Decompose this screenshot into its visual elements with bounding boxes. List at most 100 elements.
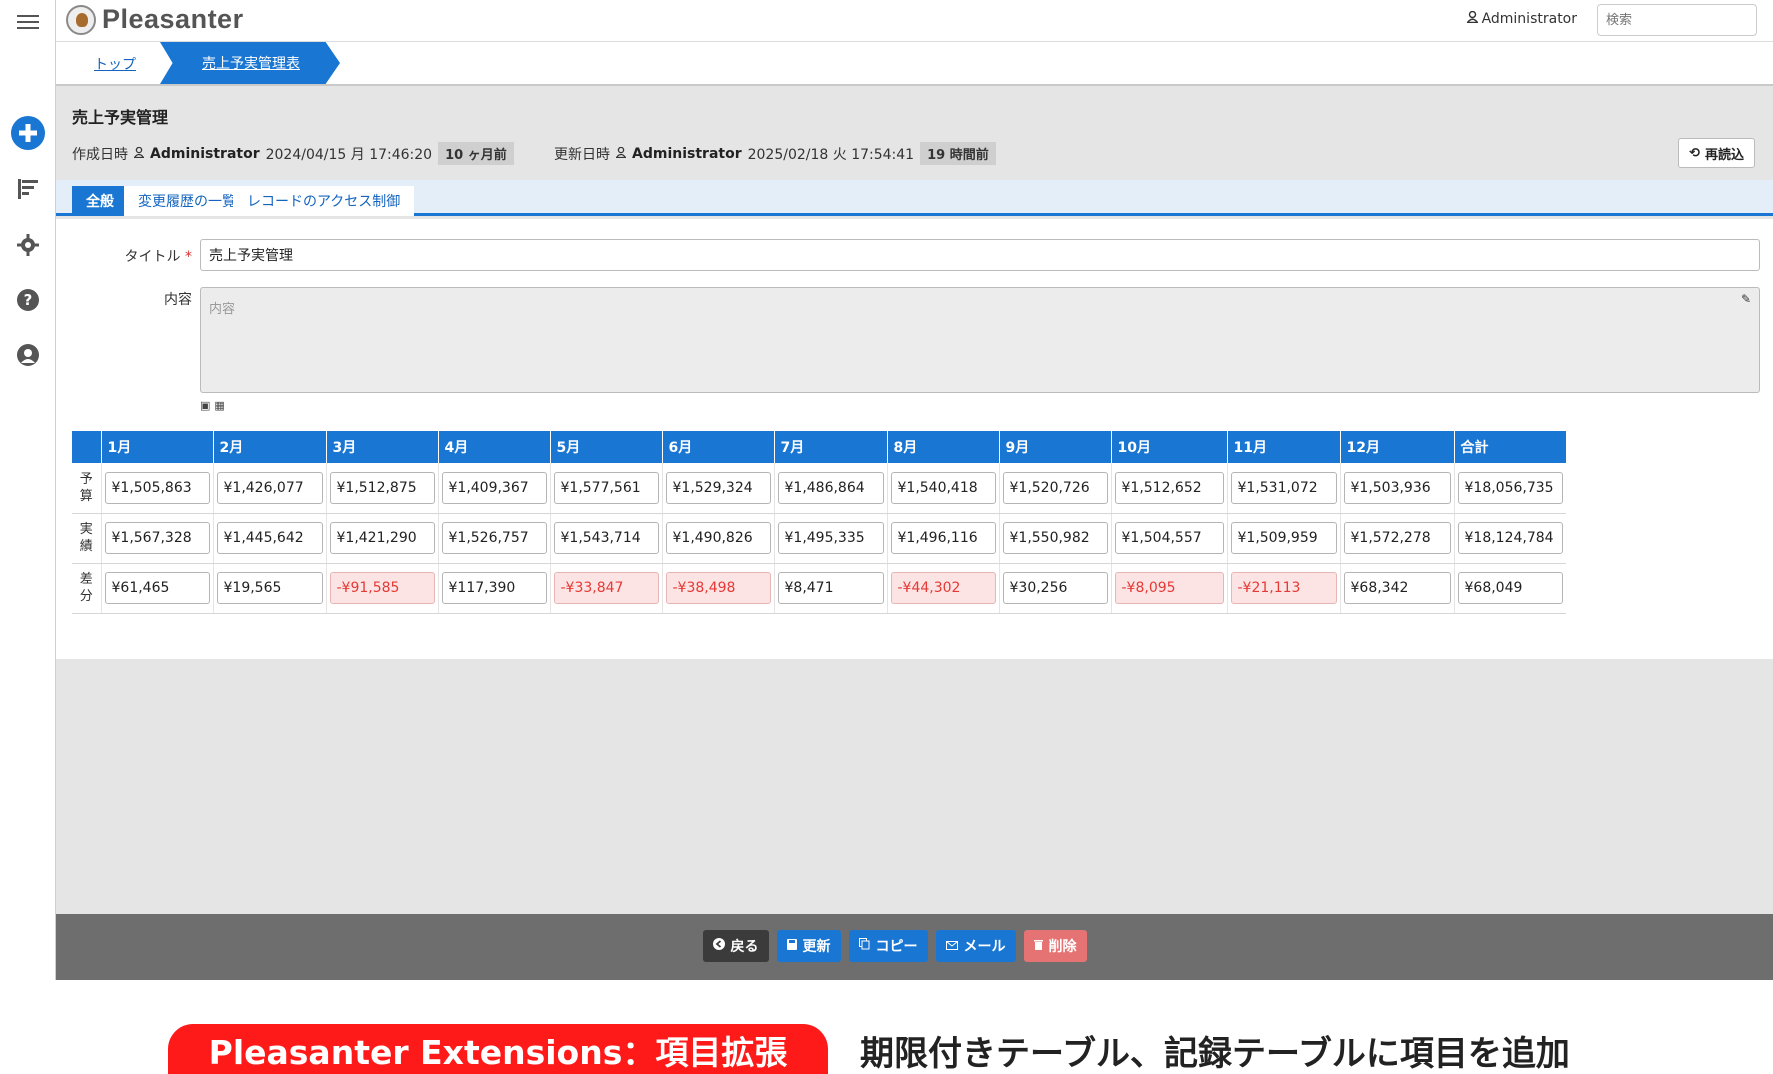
amount-input[interactable]: ¥30,256 (1002, 572, 1108, 604)
back-icon (712, 938, 725, 954)
amount-input[interactable]: ¥1,490,826 (665, 522, 771, 554)
table-cell: ¥1,572,278 (1339, 513, 1454, 564)
table-cell: ¥1,505,863 (100, 463, 213, 514)
amount-input[interactable]: ¥1,496,116 (890, 522, 996, 554)
required-mark: * (180, 249, 192, 265)
logo-mark-icon (66, 4, 96, 35)
table-cell: ¥1,567,328 (100, 513, 213, 564)
amount-input[interactable]: ¥19,565 (216, 572, 323, 604)
search-input[interactable] (1597, 4, 1757, 36)
tab-history[interactable]: 変更履歴の一覧 (124, 186, 250, 216)
table-cell: ¥1,526,757 (437, 513, 550, 564)
update-label: 更新 (802, 939, 831, 955)
amount-input[interactable]: ¥1,505,863 (104, 471, 210, 504)
amount-input[interactable]: ¥68,049 (1457, 572, 1563, 604)
amount-input[interactable]: ¥18,056,735 (1457, 471, 1563, 504)
mail-button[interactable]: メール (935, 930, 1016, 962)
table-cell: ¥1,409,367 (437, 463, 550, 514)
amount-input[interactable]: ¥1,550,982 (1002, 522, 1108, 554)
updated-user[interactable]: Administrator (632, 146, 742, 162)
amount-input[interactable]: ¥1,567,328 (104, 522, 210, 554)
updated-datetime: 2025/02/18 火 17:54:41 (747, 146, 915, 163)
amount-input[interactable]: ¥1,509,959 (1230, 522, 1337, 554)
gear-icon[interactable] (0, 234, 56, 256)
mail-label: メール (963, 939, 1006, 955)
breadcrumb-top-link[interactable]: トップ (94, 54, 136, 74)
amount-input[interactable]: ¥1,512,652 (1114, 471, 1224, 504)
amount-input[interactable]: ¥1,577,561 (553, 471, 659, 504)
amount-input[interactable]: ¥1,520,726 (1002, 471, 1108, 504)
amount-input[interactable]: ¥61,465 (104, 572, 210, 604)
copy-button[interactable]: コピー (848, 930, 928, 962)
tab-bar: 全般 変更履歴の一覧 レコードのアクセス制御 (56, 180, 1773, 216)
app-header: Pleasanter Administrator (56, 0, 1773, 42)
tab-general[interactable]: 全般 (72, 186, 128, 216)
amount-input[interactable]: -¥44,302 (890, 572, 996, 604)
column-header: 5月 (549, 431, 662, 463)
updated-label: 更新日時 (554, 146, 610, 163)
column-header: 2月 (212, 431, 326, 463)
amount-input[interactable]: ¥1,504,557 (1114, 522, 1224, 554)
current-user[interactable]: Administrator (1465, 10, 1577, 27)
amount-input[interactable]: ¥1,529,324 (665, 471, 771, 504)
amount-input[interactable]: ¥1,540,418 (890, 471, 996, 504)
amount-input[interactable]: -¥33,847 (553, 572, 659, 604)
amount-input[interactable]: ¥1,503,936 (1343, 471, 1451, 504)
amount-input[interactable]: ¥1,486,864 (777, 471, 884, 504)
table-cell: ¥1,503,936 (1339, 463, 1454, 514)
side-nav: ? (0, 0, 56, 980)
amount-input[interactable]: ¥1,526,757 (441, 522, 547, 554)
amount-input[interactable]: ¥18,124,784 (1457, 522, 1563, 554)
pencil-icon[interactable]: ✎ (1741, 292, 1751, 306)
hamburger-menu-icon[interactable] (0, 14, 56, 30)
amount-input[interactable]: ¥117,390 (441, 572, 547, 604)
amount-input[interactable]: -¥8,095 (1114, 572, 1224, 604)
reload-button[interactable]: ⟲ 再読込 (1678, 138, 1755, 168)
action-bar: 戻る 更新 コピー メール 削除 (56, 914, 1773, 980)
amount-input[interactable]: ¥1,543,714 (553, 522, 659, 554)
amount-input[interactable]: ¥1,531,072 (1230, 471, 1337, 504)
amount-input[interactable]: ¥8,471 (777, 572, 884, 604)
amount-input[interactable]: ¥1,421,290 (329, 522, 435, 554)
amount-input[interactable]: ¥1,409,367 (441, 471, 547, 504)
table-cell: ¥1,577,561 (549, 463, 662, 514)
copy-icon (858, 938, 870, 954)
breadcrumb: トップ 売上予実管理表 (56, 42, 1773, 86)
update-button[interactable]: 更新 (776, 930, 841, 962)
user-account-icon[interactable] (0, 344, 56, 366)
title-input[interactable]: 売上予実管理 (200, 239, 1760, 271)
table-icon[interactable]: ▦ (214, 399, 224, 412)
image-icon[interactable]: ▣ (200, 399, 210, 412)
back-button[interactable]: 戻る (702, 930, 769, 962)
table-cell: ¥19,565 (212, 563, 326, 614)
amount-input[interactable]: ¥1,572,278 (1343, 522, 1451, 554)
amount-input[interactable]: -¥91,585 (329, 572, 435, 604)
app-logo[interactable]: Pleasanter (66, 4, 244, 35)
amount-input[interactable]: ¥1,512,875 (329, 471, 435, 504)
delete-button[interactable]: 削除 (1023, 930, 1087, 962)
amount-input[interactable]: -¥38,498 (665, 572, 771, 604)
created-user[interactable]: Administrator (150, 146, 260, 162)
add-icon[interactable] (0, 116, 56, 150)
tab-access-control[interactable]: レコードのアクセス制御 (233, 186, 415, 216)
column-header: 3月 (325, 431, 438, 463)
content-textarea[interactable]: 内容 ✎ (200, 287, 1760, 393)
table-cell: ¥1,486,864 (773, 463, 887, 514)
amount-input[interactable]: ¥68,342 (1343, 572, 1451, 604)
created-ago-badge: 10 ヶ月前 (438, 142, 514, 165)
help-icon[interactable]: ? (0, 289, 56, 311)
table-cell: ¥8,471 (773, 563, 887, 614)
refresh-icon: ⟲ (1689, 145, 1700, 161)
table-cell: ¥1,490,826 (661, 513, 774, 564)
table-row: 実 績 ¥1,567,328 ¥1,445,642 ¥1,421,290 ¥1,526,… (72, 513, 1566, 564)
breadcrumb-current-link[interactable]: 売上予実管理表 (160, 42, 340, 84)
page-title: 売上予実管理 (72, 108, 169, 127)
table-cell: ¥1,445,642 (212, 513, 326, 564)
sort-icon[interactable] (0, 178, 56, 200)
amount-input[interactable]: ¥1,495,335 (777, 522, 884, 554)
back-label: 戻る (730, 939, 759, 955)
app-name: Pleasanter (102, 4, 244, 34)
amount-input[interactable]: -¥21,113 (1230, 572, 1337, 604)
amount-input[interactable]: ¥1,445,642 (216, 522, 323, 554)
amount-input[interactable]: ¥1,426,077 (216, 471, 323, 504)
